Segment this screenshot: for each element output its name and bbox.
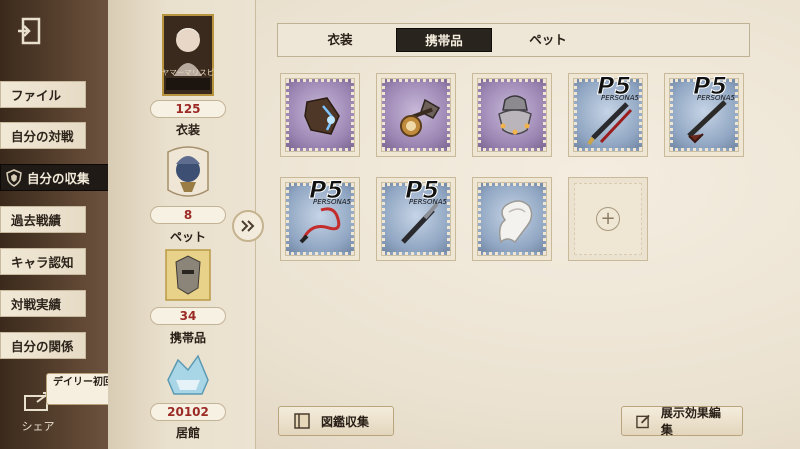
item-slot-compass-axe[interactable] (376, 73, 456, 157)
expand-button[interactable] (232, 210, 264, 242)
persona5-logo-icon: P5 PERSONA5 (693, 72, 736, 103)
double-chevron-right-icon (241, 220, 255, 232)
item-slot-empty[interactable]: + (568, 177, 648, 261)
nav-item-character-recognition[interactable]: キャラ認知 (0, 248, 86, 275)
svg-text:PERSONA5: PERSONA5 (697, 94, 735, 102)
residence-icon[interactable] (162, 350, 214, 400)
nav-item-my-matches[interactable]: 自分の対戦 (0, 122, 86, 149)
gauntlet-icon (304, 97, 340, 135)
tab-accessory[interactable]: 携帯品 (396, 28, 492, 52)
nav-item-label: 対戦実績 (11, 297, 62, 312)
plus-icon: + (596, 207, 620, 231)
nav-item-label: キャラ認知 (11, 255, 74, 270)
nav-item-past-records[interactable]: 過去戦績 (0, 206, 86, 233)
svg-text:PERSONA5: PERSONA5 (601, 94, 639, 102)
collection-catalog-button[interactable]: 図鑑収集 (278, 406, 394, 436)
item-slot-lantern-charm[interactable] (472, 73, 552, 157)
nav-item-my-relations[interactable]: 自分の関係 (0, 332, 86, 359)
accessory-count: 34 (150, 307, 226, 325)
nav-item-file[interactable]: ファイル (0, 81, 86, 108)
persona5-logo-icon: P5 PERSONA5 (309, 176, 352, 207)
costume-count: 125 (150, 100, 226, 118)
nav-item-label: 自分の関係 (11, 339, 74, 354)
exit-icon[interactable] (14, 14, 48, 48)
residence-label: 居館 (175, 426, 200, 440)
item-slot-knife[interactable]: P5 PERSONA5 (376, 176, 456, 261)
pet-count: 8 (150, 206, 226, 224)
book-icon (294, 413, 310, 429)
pet-label: ペット (169, 230, 206, 244)
costume-card-icon[interactable] (162, 14, 214, 96)
item-slot-gauntlet[interactable] (280, 73, 360, 157)
compass-axe-icon (400, 98, 441, 137)
item-slot-scarf[interactable] (472, 177, 552, 261)
category-tabs: 衣装 携帯品 ペット (277, 23, 750, 57)
item-slot-shotgun[interactable]: P5 PERSONA5 (664, 72, 744, 157)
costume-card-caption: ヤマーマリスピ (161, 68, 215, 77)
costume-label: 衣装 (175, 123, 200, 137)
svg-text:PERSONA5: PERSONA5 (313, 198, 351, 206)
nav-item-label: 自分の収集 (27, 171, 90, 186)
tab-pet[interactable]: ペット (508, 28, 588, 52)
persona5-logo-icon: P5 PERSONA5 (405, 176, 448, 207)
nav-item-my-collection[interactable]: 自分の収集 (0, 164, 112, 191)
collection-catalog-label: 図鑑収集 (321, 414, 370, 429)
nav-item-label: 過去戦績 (11, 213, 62, 228)
display-effect-edit-button[interactable]: 展示効果編集 (621, 406, 743, 437)
pet-icon[interactable] (162, 142, 214, 204)
share-label: シェア (21, 420, 55, 433)
svg-text:PERSONA5: PERSONA5 (409, 198, 447, 206)
persona5-logo-icon: P5 PERSONA5 (597, 72, 640, 103)
display-effect-edit-label: 展示効果編集 (660, 406, 721, 437)
nav-item-label: 自分の対戦 (11, 129, 74, 144)
shield-icon (6, 168, 22, 187)
item-slot-whip[interactable]: P5 PERSONA5 (280, 176, 360, 261)
item-slot-sword[interactable]: P5 PERSONA5 (568, 72, 648, 157)
tab-costume[interactable]: 衣装 (300, 28, 380, 52)
accessory-icon[interactable] (162, 248, 214, 302)
residence-count: 20102 (150, 403, 226, 421)
edit-icon (636, 414, 650, 429)
nav-item-label: ファイル (11, 88, 62, 103)
scarf-icon (498, 200, 533, 244)
nav-item-match-achievements[interactable]: 対戦実績 (0, 290, 86, 317)
accessory-label: 携帯品 (169, 331, 206, 345)
lantern-charm-icon (498, 95, 532, 135)
